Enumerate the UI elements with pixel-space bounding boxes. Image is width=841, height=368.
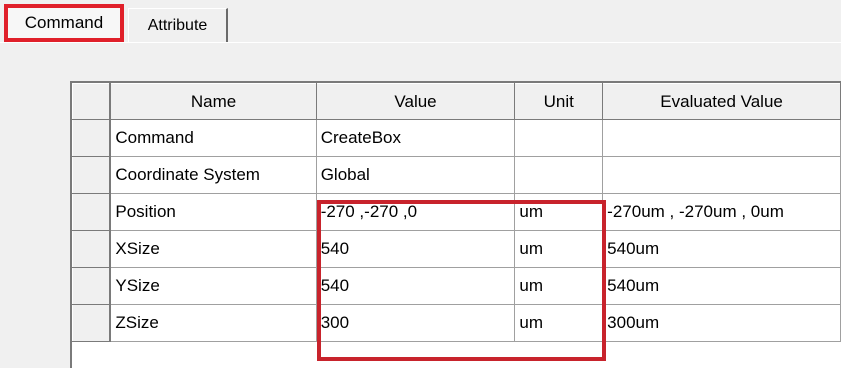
value-cell[interactable]: 300: [316, 304, 516, 342]
corner-header[interactable]: [72, 83, 112, 120]
value-cell[interactable]: -270 ,-270 ,0: [316, 193, 516, 231]
table-row: ZSize 300 um 300um: [72, 304, 841, 342]
column-header-name[interactable]: Name: [109, 83, 317, 120]
table-row: XSize 540 um 540um: [72, 230, 841, 268]
table-row: YSize 540 um 540um: [72, 267, 841, 305]
table-row: Position -270 ,-270 ,0 um -270um , -270u…: [72, 193, 841, 231]
evaluated-value-cell: 540um: [602, 230, 841, 268]
row-header[interactable]: [72, 193, 112, 231]
tab-command[interactable]: Command: [4, 4, 124, 42]
properties-panel: Command Attribute Name Value Unit Evalua…: [0, 0, 841, 368]
value-cell[interactable]: Global: [316, 156, 516, 194]
evaluated-value-cell: [602, 119, 841, 157]
row-header[interactable]: [72, 267, 112, 305]
column-header-evaluated-value[interactable]: Evaluated Value: [602, 83, 841, 120]
name-cell[interactable]: XSize: [110, 230, 317, 268]
tab-command-label: Command: [24, 13, 104, 32]
value-cell[interactable]: 540: [316, 230, 516, 268]
row-header[interactable]: [72, 230, 112, 268]
name-cell[interactable]: Position: [110, 193, 317, 231]
name-cell[interactable]: ZSize: [110, 304, 317, 342]
tab-bar: Command Attribute: [0, 0, 841, 43]
value-cell[interactable]: 540: [316, 267, 516, 305]
unit-cell[interactable]: um: [514, 230, 604, 268]
name-cell[interactable]: YSize: [110, 267, 317, 305]
grid-header-row: Name Value Unit Evaluated Value: [72, 83, 841, 120]
tab-attribute-label: Attribute: [147, 16, 208, 34]
row-header[interactable]: [72, 156, 112, 194]
column-header-value[interactable]: Value: [315, 83, 516, 120]
evaluated-value-cell: 540um: [602, 267, 841, 305]
evaluated-value-cell: 300um: [602, 304, 841, 342]
property-grid: Name Value Unit Evaluated Value Command …: [72, 83, 841, 342]
unit-cell[interactable]: um: [514, 267, 604, 305]
evaluated-value-cell: -270um , -270um , 0um: [602, 193, 841, 231]
unit-cell[interactable]: [514, 119, 604, 157]
unit-cell[interactable]: [514, 156, 604, 194]
evaluated-value-cell: [602, 156, 841, 194]
name-cell[interactable]: Coordinate System: [110, 156, 317, 194]
column-header-unit[interactable]: Unit: [514, 83, 604, 120]
tab-divider: [0, 42, 841, 43]
table-row: Coordinate System Global: [72, 156, 841, 194]
value-cell[interactable]: CreateBox: [316, 119, 516, 157]
tab-attribute[interactable]: Attribute: [128, 8, 228, 42]
table-row: Command CreateBox: [72, 119, 841, 157]
name-cell[interactable]: Command: [110, 119, 317, 157]
unit-cell[interactable]: um: [514, 193, 604, 231]
row-header[interactable]: [72, 119, 112, 157]
unit-cell[interactable]: um: [514, 304, 604, 342]
row-header[interactable]: [72, 304, 112, 342]
